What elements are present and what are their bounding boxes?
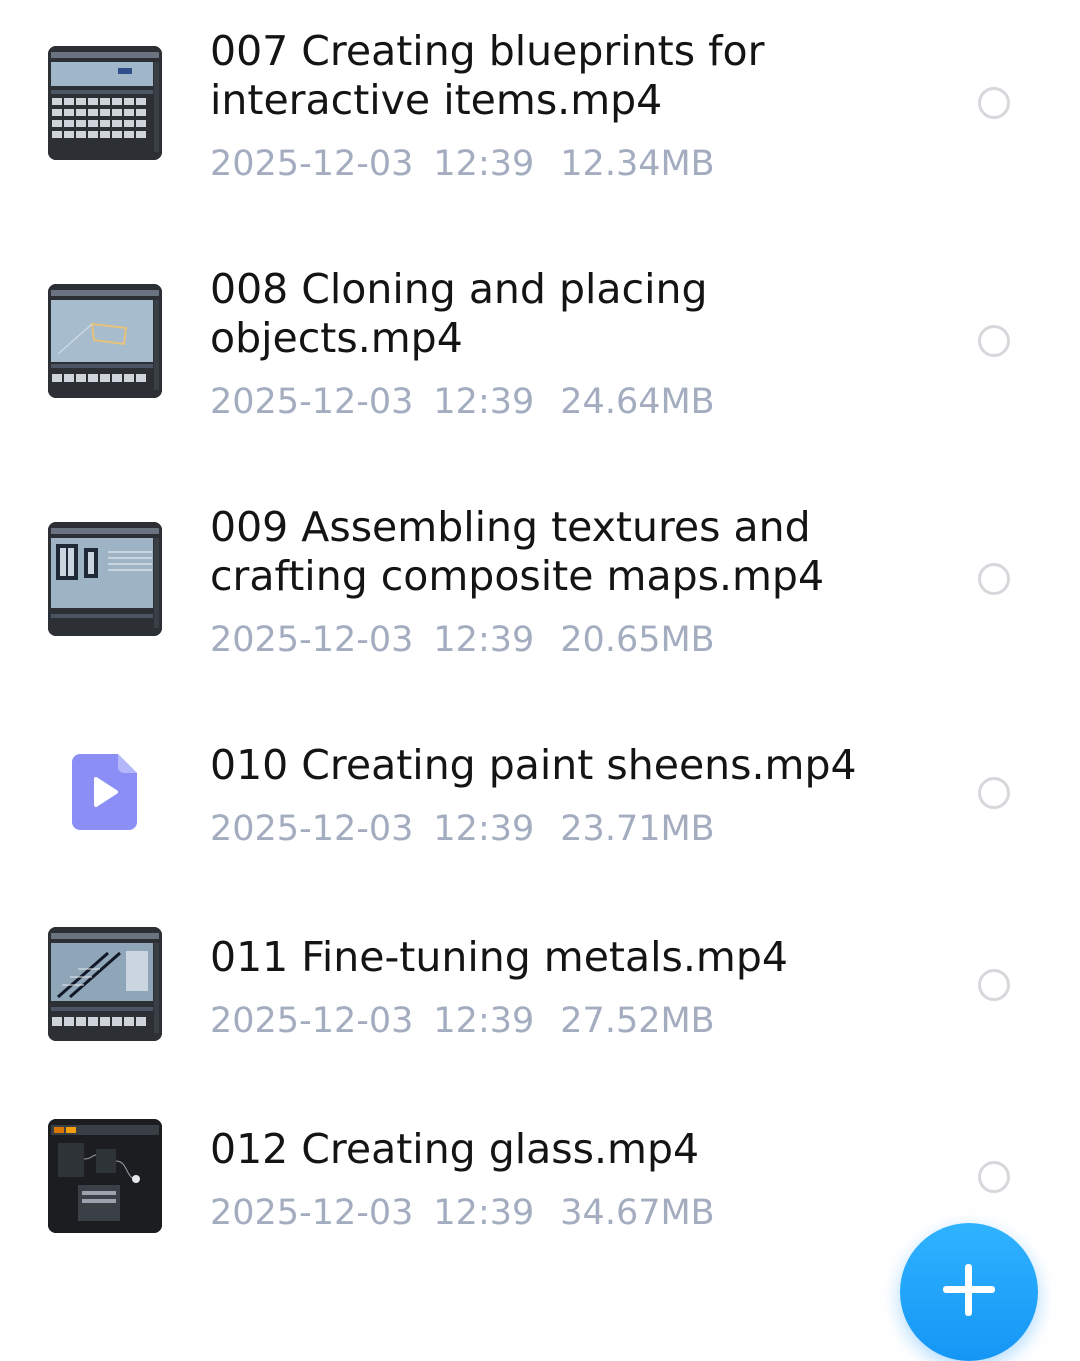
file-meta: 2025-12-03 12:39 20.65MB (210, 619, 715, 661)
add-button[interactable] (900, 1223, 1038, 1361)
file-name: 009 Assembling textures and crafting com… (210, 503, 825, 600)
file-date: 2025-12-03 (210, 382, 414, 422)
file-meta: 2025-12-03 12:39 34.67MB (210, 1192, 715, 1234)
list-item[interactable]: 007 Creating blueprints for interactive … (0, 0, 1080, 230)
select-radio[interactable] (978, 87, 1010, 119)
video-thumbnail-icon (48, 1119, 162, 1233)
list-item[interactable]: 010 Creating paint sheens.mp4 2025-12-03… (0, 714, 1080, 894)
file-time: 12:39 (433, 1001, 535, 1041)
file-time: 12:39 (433, 620, 535, 660)
file-meta: 2025-12-03 12:39 24.64MB (210, 381, 715, 423)
file-meta: 2025-12-03 12:39 12.34MB (210, 143, 715, 185)
list-item[interactable]: 009 Assembling textures and crafting com… (0, 476, 1080, 706)
file-time: 12:39 (433, 1193, 535, 1233)
video-thumbnail-icon (48, 522, 162, 636)
list-item[interactable]: 011 Fine-tuning metals.mp4 2025-12-03 12:… (0, 906, 1080, 1086)
file-size: 12.34MB (560, 144, 715, 184)
select-radio[interactable] (978, 777, 1010, 809)
file-meta: 2025-12-03 12:39 23.71MB (210, 808, 715, 850)
select-radio[interactable] (978, 1161, 1010, 1193)
file-date: 2025-12-03 (210, 1001, 414, 1041)
file-list: 007 Creating blueprints for interactive … (0, 0, 1080, 1306)
file-time: 12:39 (433, 382, 535, 422)
select-radio[interactable] (978, 969, 1010, 1001)
file-name: 011 Fine-tuning metals.mp4 (210, 933, 788, 981)
file-date: 2025-12-03 (210, 144, 414, 184)
file-size: 24.64MB (560, 382, 715, 422)
file-size: 23.71MB (560, 809, 715, 849)
file-name: 012 Creating glass.mp4 (210, 1125, 700, 1173)
list-item[interactable]: 008 Cloning and placing objects.mp4 2025… (0, 238, 1080, 468)
file-size: 27.52MB (560, 1001, 715, 1041)
video-thumbnail-icon (48, 46, 162, 160)
file-date: 2025-12-03 (210, 620, 414, 660)
file-meta: 2025-12-03 12:39 27.52MB (210, 1000, 715, 1042)
file-name: 008 Cloning and placing objects.mp4 (210, 265, 708, 362)
file-time: 12:39 (433, 144, 535, 184)
file-size: 34.67MB (560, 1193, 715, 1233)
file-date: 2025-12-03 (210, 809, 414, 849)
video-file-icon (72, 754, 137, 830)
file-name: 010 Creating paint sheens.mp4 (210, 741, 857, 789)
video-thumbnail-icon (48, 284, 162, 398)
file-time: 12:39 (433, 809, 535, 849)
file-date: 2025-12-03 (210, 1193, 414, 1233)
file-size: 20.65MB (560, 620, 715, 660)
video-thumbnail-icon (48, 927, 162, 1041)
select-radio[interactable] (978, 325, 1010, 357)
file-name: 007 Creating blueprints for interactive … (210, 27, 765, 124)
select-radio[interactable] (978, 563, 1010, 595)
